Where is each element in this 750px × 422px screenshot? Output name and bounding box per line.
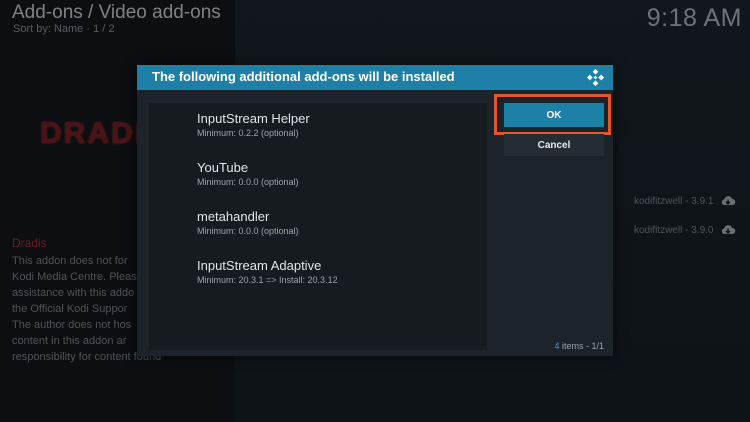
cancel-button[interactable]: Cancel: [504, 134, 604, 156]
list-item-info: Minimum: 0.0.0 (optional): [197, 177, 299, 187]
list-item-info: Minimum: 0.2.2 (optional): [197, 128, 299, 138]
list-item-name: metahandler: [197, 209, 270, 224]
kodi-icon: [586, 68, 605, 87]
item-count: 4 items - 1/1: [554, 341, 604, 351]
list-item-info: Minimum: 0.0.0 (optional): [197, 226, 299, 236]
list-item-info: Minimum: 20.3.1 => Install: 20.3.12: [197, 275, 338, 285]
addon-list[interactable]: InputStream Helper Minimum: 0.2.2 (optio…: [149, 103, 487, 350]
list-item[interactable]: InputStream Helper Minimum: 0.2.2 (optio…: [197, 111, 310, 138]
ok-button[interactable]: OK: [504, 103, 604, 127]
list-item-name: InputStream Adaptive: [197, 258, 322, 273]
list-item[interactable]: InputStream Adaptive Minimum: 20.3.1 => …: [197, 258, 338, 285]
list-item[interactable]: metahandler Minimum: 0.0.0 (optional): [197, 209, 299, 236]
install-dialog: The following additional add-ons will be…: [137, 65, 613, 356]
list-item-name: InputStream Helper: [197, 111, 310, 126]
item-count-text: items - 1/1: [559, 341, 604, 351]
list-item-name: YouTube: [197, 160, 249, 175]
list-item[interactable]: YouTube Minimum: 0.0.0 (optional): [197, 160, 299, 187]
dialog-header: The following additional add-ons will be…: [137, 65, 613, 90]
dialog-title: The following additional add-ons will be…: [152, 69, 455, 84]
